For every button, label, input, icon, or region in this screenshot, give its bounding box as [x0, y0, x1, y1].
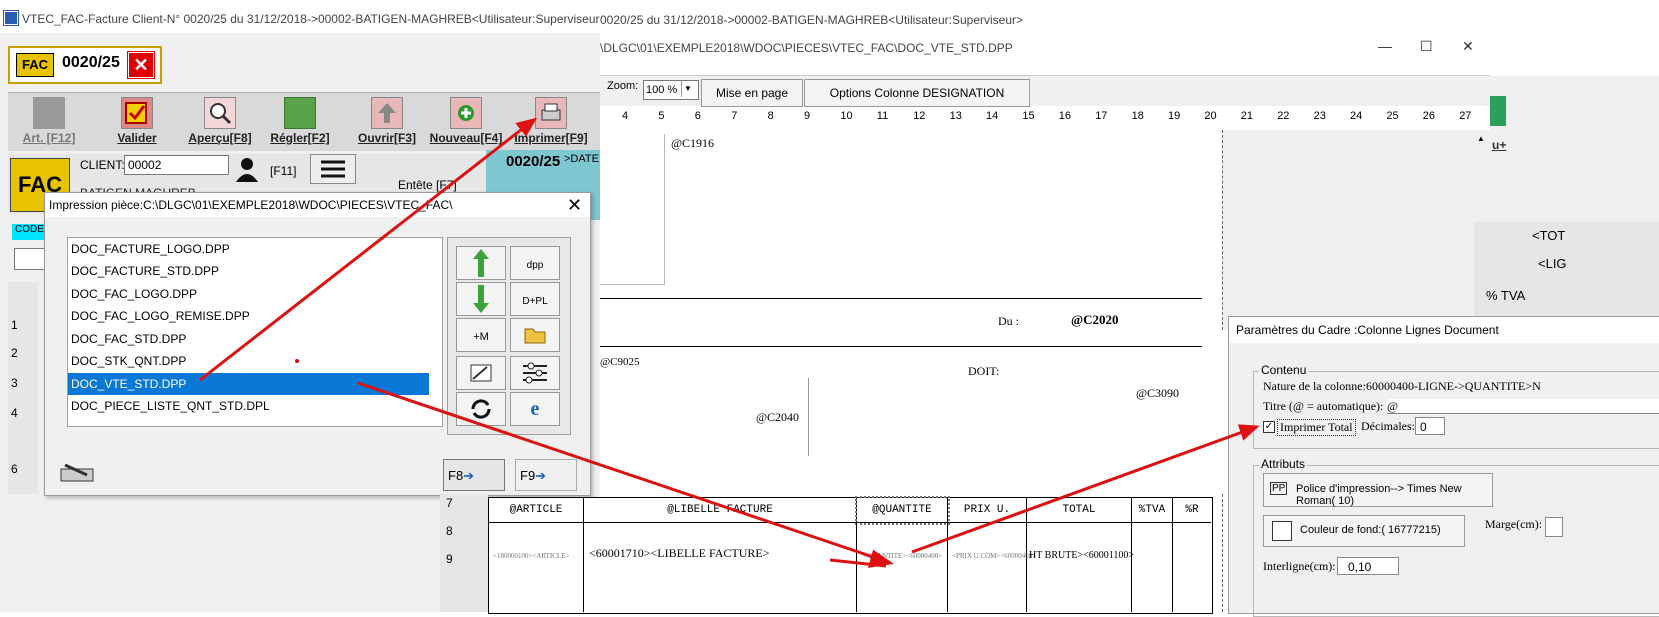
annotation-arrow	[199, 124, 527, 382]
annotation-arrow	[911, 428, 1249, 554]
annotation-arrows	[199, 117, 1260, 568]
arrowhead-icon	[1237, 424, 1260, 441]
annotation-arrow	[357, 381, 883, 562]
